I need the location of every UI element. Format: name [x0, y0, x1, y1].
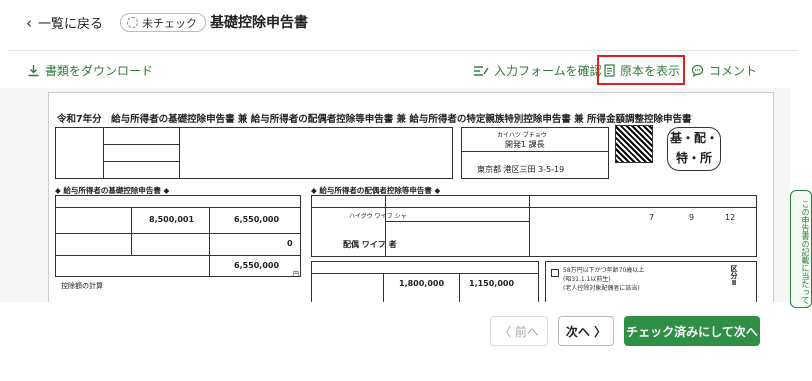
page-title: 基礎控除申告書 — [210, 15, 308, 31]
prev-button[interactable]: 〈 前へ — [490, 316, 548, 346]
category-label: 区分Ⅱ — [730, 265, 738, 287]
spouse-salary-income: 1,800,000 — [399, 279, 445, 288]
salary-income: 8,500,001 — [149, 215, 195, 224]
comment-label: コメント — [709, 64, 758, 78]
status-badge: 未チェック — [120, 13, 206, 32]
side-help-tab[interactable]: この申告書の記載に当たって — [790, 190, 812, 308]
unchecked-circle-icon — [127, 17, 138, 28]
download-label: 書類をダウンロード — [45, 64, 154, 78]
status-badge-label: 未チェック — [142, 16, 197, 30]
confirm-form-label: 入力フォームを確認 — [494, 64, 602, 78]
comment-icon — [691, 64, 704, 77]
spouse-salary-amount: 1,150,000 — [469, 279, 515, 288]
back-label: 一覧に戻る — [38, 17, 104, 32]
form-title: 令和7年分 給与所得者の基礎控除申告書 兼 給与所得者の配偶者控除等申告書 兼 … — [57, 114, 692, 125]
top-bar: ‹ 一覧に戻る 未チェック 基礎控除申告書 — [0, 0, 812, 42]
form-type-stamp: 基・配・ 特・所 — [667, 127, 721, 171]
qr-code — [615, 125, 653, 163]
total-income: 6,550,000 — [234, 261, 280, 270]
next-button[interactable]: 次へ 〉 — [558, 316, 614, 346]
spouse-birth-month: 7 — [649, 213, 655, 222]
employee-name: 開発1 課長 — [505, 140, 545, 149]
confirm-form-button[interactable]: 入力フォームを確認 — [473, 62, 602, 79]
document-toolbar: 書類をダウンロード 入力フォームを確認 原本を表示 コメント — [0, 55, 812, 85]
spouse-kana: ハイグウ ワイフ シャ — [349, 213, 407, 220]
header-divider — [8, 50, 798, 51]
tax-form-page: 令和7年分 給与所得者の基礎控除申告書 兼 給与所得者の配偶者控除等申告書 兼 … — [48, 92, 774, 302]
spouse-birth-day: 9 — [689, 213, 695, 222]
other-income: 0 — [287, 239, 293, 248]
form-list-icon — [474, 65, 489, 76]
show-original-highlight — [597, 55, 685, 85]
employee-kana: カイハツ ブチョウ — [497, 132, 547, 139]
download-icon — [28, 65, 39, 77]
chevron-left-icon: ‹ — [26, 13, 32, 32]
spouse-category-checkbox — [551, 269, 559, 277]
comment-button[interactable]: コメント — [691, 62, 757, 79]
salary-amount: 6,550,000 — [234, 215, 280, 224]
calc-heading: 控除額の計算 — [61, 282, 103, 290]
document-viewer[interactable]: 令和7年分 給与所得者の基礎控除申告書 兼 給与所得者の配偶者控除等申告書 兼 … — [0, 88, 790, 302]
employer-info-box — [55, 127, 453, 179]
mark-checked-next-button[interactable]: チェック済みにして次へ — [624, 316, 760, 346]
spouse-birth-unit: 12 — [725, 213, 736, 222]
employee-address: 東京都 港区三田 3-5-19 — [477, 165, 565, 174]
download-button[interactable]: 書類をダウンロード — [27, 62, 153, 79]
back-link[interactable]: ‹ 一覧に戻る — [26, 13, 104, 33]
spouse-name: 配偶 ワイフ 者 — [343, 240, 397, 249]
